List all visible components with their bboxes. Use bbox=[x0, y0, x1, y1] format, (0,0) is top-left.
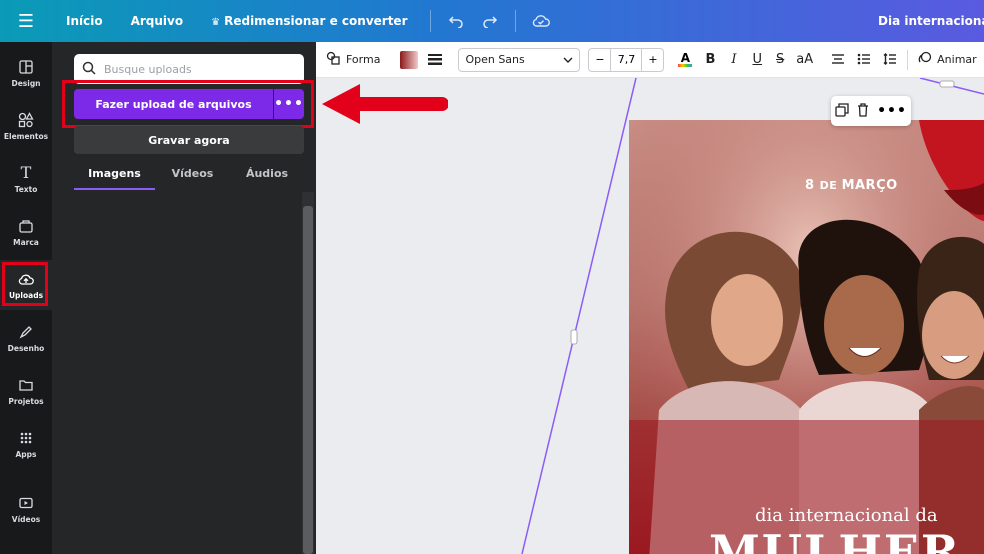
duplicate-icon[interactable] bbox=[835, 102, 849, 121]
font-size-stepper: − 7,7 + bbox=[588, 47, 665, 72]
uploads-panel: Fazer upload de arquivos ••• Gravar agor… bbox=[52, 42, 316, 554]
folder-icon bbox=[18, 377, 34, 393]
chevron-down-icon bbox=[563, 53, 573, 66]
editor-toolbar: Forma Open Sans − 7,7 + A B I U S aA Ani… bbox=[316, 42, 984, 78]
animate-label: Animar bbox=[937, 53, 977, 66]
rail-label: Vídeos bbox=[11, 514, 41, 524]
rail-label: Apps bbox=[15, 449, 37, 459]
date-preposition: DE bbox=[819, 179, 842, 192]
nav-home[interactable]: Início bbox=[52, 14, 117, 28]
align-center-icon[interactable] bbox=[831, 50, 845, 69]
scrollbar-thumb[interactable] bbox=[303, 206, 313, 554]
shapes-icon bbox=[18, 111, 34, 128]
date-text[interactable]: 8 DE MARÇO bbox=[805, 178, 898, 193]
search-icon bbox=[82, 60, 96, 79]
trash-icon[interactable] bbox=[857, 102, 869, 121]
annotation-arrow bbox=[322, 84, 448, 124]
upload-files-button[interactable]: Fazer upload de arquivos bbox=[74, 89, 273, 119]
headline-text[interactable]: dia internacional da bbox=[755, 505, 938, 526]
rail-label: Design bbox=[11, 78, 41, 88]
color-swatch[interactable] bbox=[400, 50, 419, 69]
shape-label: Forma bbox=[346, 53, 381, 66]
layout-icon bbox=[18, 59, 34, 75]
apps-grid-icon bbox=[18, 430, 34, 446]
uploads-highlight-box bbox=[2, 262, 48, 306]
rail-label: Desenho bbox=[7, 343, 45, 353]
redo-icon[interactable] bbox=[473, 0, 507, 42]
text-icon: T bbox=[20, 163, 32, 182]
nav-resize[interactable]: ♛ Redimensionar e converter bbox=[197, 14, 421, 28]
divider bbox=[514, 10, 516, 32]
search-input[interactable] bbox=[104, 62, 284, 76]
font-family-select[interactable]: Open Sans bbox=[458, 47, 581, 72]
rail-label: Marca bbox=[13, 237, 39, 247]
rail-item-projects[interactable]: Projetos bbox=[0, 366, 52, 416]
spacing-icon[interactable] bbox=[883, 50, 897, 69]
pen-icon bbox=[18, 324, 34, 340]
shape-icon bbox=[326, 51, 340, 68]
underline-button[interactable]: U bbox=[753, 52, 763, 67]
divider bbox=[907, 49, 909, 70]
hamburger-menu-icon[interactable]: ☰ bbox=[0, 0, 52, 42]
line-weight-icon[interactable] bbox=[428, 50, 443, 69]
letter-case-button[interactable]: aA bbox=[796, 52, 813, 67]
date-month: MARÇO bbox=[841, 178, 898, 193]
animate-button[interactable]: Animar bbox=[918, 51, 977, 68]
bold-button[interactable]: B bbox=[705, 52, 715, 67]
editor-canvas[interactable]: 8 DE MARÇO dia internacional da MULHER •… bbox=[316, 78, 984, 554]
video-icon bbox=[18, 495, 34, 511]
rail-item-apps[interactable]: Apps bbox=[0, 419, 52, 469]
uploads-tabs: Imagens Vídeos Áudios bbox=[74, 162, 304, 190]
italic-button[interactable]: I bbox=[731, 52, 736, 67]
design-page[interactable]: 8 DE MARÇO dia internacional da MULHER bbox=[629, 120, 984, 554]
text-color-button[interactable]: A bbox=[678, 51, 693, 67]
cloud-save-icon[interactable] bbox=[524, 0, 558, 42]
rail-label: Projetos bbox=[8, 396, 44, 406]
nav-resize-label: Redimensionar e converter bbox=[224, 14, 408, 28]
animate-icon bbox=[918, 51, 932, 68]
rail-item-design[interactable]: Design bbox=[0, 48, 52, 98]
document-title[interactable]: Dia internacional da mulher bbox=[878, 0, 984, 42]
record-now-button[interactable]: Gravar agora bbox=[74, 126, 304, 154]
big-word-text[interactable]: MULHER bbox=[709, 525, 961, 554]
more-icon[interactable]: ••• bbox=[877, 103, 907, 119]
color-bar bbox=[678, 64, 693, 67]
more-options-button[interactable]: ••• bbox=[274, 89, 304, 119]
tab-audios[interactable]: Áudios bbox=[230, 162, 304, 190]
rail-item-text[interactable]: T Texto bbox=[0, 154, 52, 204]
tab-videos[interactable]: Vídeos bbox=[155, 162, 230, 190]
shape-button[interactable]: Forma bbox=[326, 51, 380, 68]
rail-item-draw[interactable]: Desenho bbox=[0, 313, 52, 363]
crown-icon: ♛ bbox=[211, 17, 221, 28]
font-family-value: Open Sans bbox=[465, 53, 525, 66]
list-icon[interactable] bbox=[857, 50, 871, 69]
date-day: 8 bbox=[805, 178, 820, 193]
brand-icon bbox=[18, 218, 34, 234]
decrease-font-button[interactable]: − bbox=[589, 48, 612, 71]
increase-font-button[interactable]: + bbox=[641, 48, 663, 71]
strikethrough-button[interactable]: S bbox=[776, 52, 784, 67]
text-color-icon: A bbox=[680, 51, 691, 65]
undo-icon[interactable] bbox=[439, 0, 473, 42]
font-size-value[interactable]: 7,7 bbox=[611, 49, 641, 71]
element-floating-toolbar: ••• bbox=[831, 96, 911, 126]
rail-label: Texto bbox=[14, 184, 38, 194]
rail-item-videos[interactable]: Vídeos bbox=[0, 484, 52, 534]
top-bar: ☰ Início Arquivo ♛ Redimensionar e conver… bbox=[0, 0, 984, 42]
rail-label: Elementos bbox=[3, 131, 49, 141]
tab-images[interactable]: Imagens bbox=[74, 162, 155, 190]
divider bbox=[429, 10, 431, 32]
nav-file[interactable]: Arquivo bbox=[117, 14, 198, 28]
rail-item-elements[interactable]: Elementos bbox=[0, 101, 52, 151]
rail-item-brand[interactable]: Marca bbox=[0, 207, 52, 257]
